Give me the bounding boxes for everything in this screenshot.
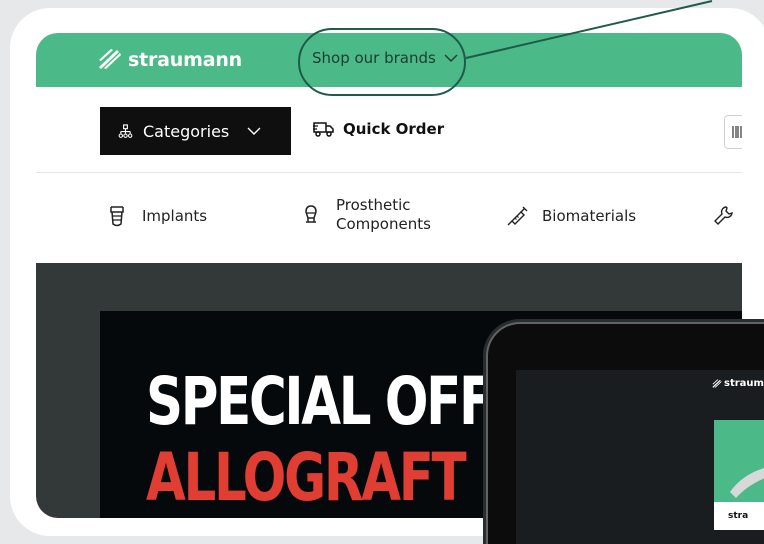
category-nav: Implants Prosthetic Components Biomateri… [36, 174, 742, 262]
category-prosthetic-components[interactable]: Prosthetic Components [300, 196, 431, 234]
prosthetic-icon [305, 205, 317, 223]
tablet-logo: straum [712, 378, 764, 389]
tablet-product-card: stra [714, 420, 764, 530]
straumann-logo-icon [712, 378, 722, 388]
categories-label: Categories [143, 121, 230, 141]
shop-brands-label: Shop our brands [312, 49, 436, 67]
barcode-scan-button[interactable] [724, 115, 742, 149]
tablet-card-logo-text: stra [728, 511, 749, 521]
quick-order-link[interactable]: Quick Order [313, 120, 444, 138]
sitemap-icon [118, 123, 133, 138]
chevron-down-icon [444, 54, 458, 62]
hero-headline: SPECIAL OFFE [146, 363, 527, 440]
category-label: Prosthetic Components [336, 196, 431, 234]
category-implants[interactable]: Implants [106, 204, 207, 228]
shop-brands-dropdown[interactable]: Shop our brands [312, 49, 458, 67]
wrench-icon [714, 206, 733, 225]
category-label-line1: Prosthetic [336, 196, 411, 214]
category-label: Biomaterials [542, 207, 637, 225]
tablet-card-logo: stra [714, 502, 764, 530]
syringe-icon [507, 206, 528, 226]
tablet-screen: straum stra [516, 370, 764, 544]
top-header: straumann Shop our brands [36, 33, 742, 87]
straumann-logo-icon [99, 49, 121, 69]
category-label-line2: Components [336, 215, 431, 233]
quick-order-label: Quick Order [343, 120, 445, 138]
toolbar-row: Categories Quick Order [36, 87, 742, 173]
delivery-truck-icon [313, 122, 334, 137]
hero-subheadline: ALLOGRAFT [146, 439, 467, 516]
chevron-down-icon [247, 127, 261, 135]
tablet-device: straum stra [488, 324, 764, 544]
categories-button[interactable]: Categories [100, 107, 291, 155]
barcode-icon [732, 126, 742, 138]
product-image-icon [730, 468, 764, 498]
category-biomaterials[interactable]: Biomaterials [506, 204, 636, 228]
category-instruments[interactable] [712, 204, 734, 228]
straumann-logo[interactable]: straumann [98, 47, 242, 73]
screenshot-stage: straumann Shop our brands Categories Qui… [0, 0, 764, 544]
category-label: Implants [142, 207, 208, 225]
logo-text: straumann [128, 49, 242, 71]
implant-icon [110, 206, 124, 227]
tablet-logo-text: straum [724, 378, 764, 389]
